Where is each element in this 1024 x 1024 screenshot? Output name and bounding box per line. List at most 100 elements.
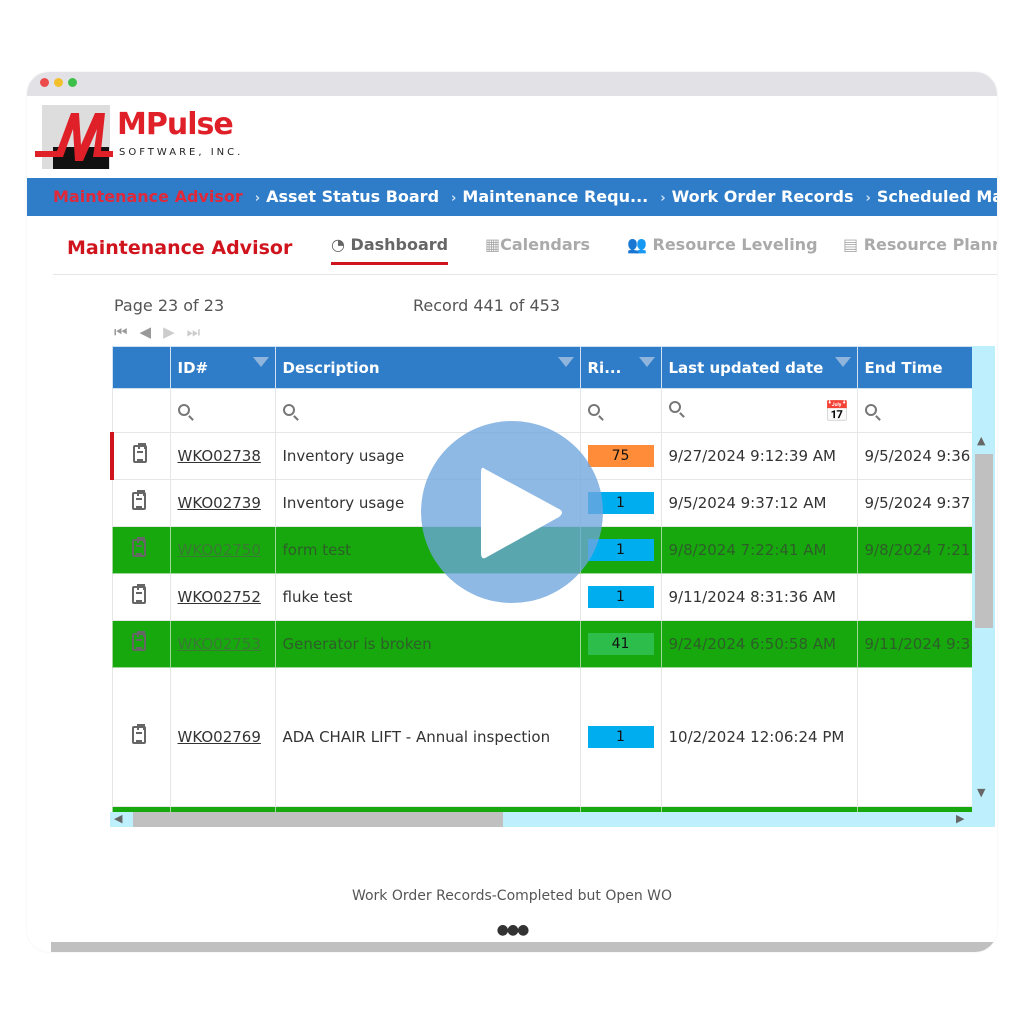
scroll-left-icon[interactable]: ◀	[114, 812, 122, 825]
table-row[interactable]: WKO02769 ADA CHAIR LIFT - Annual inspect…	[111, 667, 972, 807]
pager-controls: ⏮◀▶⏭	[114, 323, 212, 341]
breadcrumb-item[interactable]: Scheduled Ma	[877, 187, 997, 206]
row-icon-cell[interactable]	[111, 479, 171, 527]
work-order-link[interactable]: WKO02752	[178, 588, 261, 606]
search-icon	[864, 403, 877, 416]
minimize-button[interactable]	[54, 78, 63, 87]
column-header-risk[interactable]: Ri...	[579, 346, 662, 389]
last-updated-cell: 9/5/2024 9:37:12 AM	[660, 479, 858, 527]
column-header-description[interactable]: Description	[274, 346, 581, 389]
description-cell: Generator is broken	[274, 620, 581, 668]
clipboard-icon[interactable]	[131, 537, 146, 557]
title-bar	[27, 72, 997, 96]
column-header-end-time[interactable]: End Time	[856, 346, 972, 389]
breadcrumb-item[interactable]: Maintenance Requ...	[462, 187, 648, 206]
tab-bar: Maintenance Advisor ◔ Dashboard ▦Calenda…	[53, 225, 997, 275]
play-button[interactable]	[421, 421, 603, 603]
last-updated-cell: 9/24/2024 6:50:58 AM	[660, 620, 858, 668]
tab-resource-planning[interactable]: ▤ Resource Plann	[843, 235, 997, 254]
next-page-icon[interactable]: ▶	[163, 323, 187, 341]
risk-badge: 41	[587, 633, 654, 655]
tab-calendars[interactable]: ▦Calendars	[485, 235, 590, 254]
header-label: Last updated date	[668, 358, 824, 377]
play-icon	[481, 467, 562, 559]
work-order-link[interactable]: WKO02753	[178, 635, 261, 653]
breadcrumb-item[interactable]: Maintenance Advisor	[53, 187, 243, 206]
widget-caption: Work Order Records-Completed but Open WO	[351, 888, 673, 904]
work-order-link[interactable]: WKO02769	[178, 728, 261, 746]
header-label: Description	[282, 358, 380, 377]
row-icon-cell[interactable]	[111, 573, 171, 621]
column-header-id[interactable]: ID#	[169, 346, 276, 389]
prev-page-icon[interactable]: ◀	[140, 323, 164, 341]
scroll-up-icon[interactable]: ▲	[977, 434, 985, 447]
row-icon-cell[interactable]	[111, 526, 171, 574]
scroll-right-icon[interactable]: ▶	[956, 812, 964, 825]
header-row: ID# Description Ri... Last updated date …	[111, 346, 972, 389]
work-order-link[interactable]: WKO02750	[178, 541, 261, 559]
clipboard-icon[interactable]	[133, 443, 147, 463]
first-page-icon[interactable]: ⏮	[114, 323, 140, 341]
mpulse-logo-icon	[35, 105, 113, 169]
filter-icon[interactable]	[557, 357, 574, 367]
clipboard-icon[interactable]	[131, 584, 146, 604]
tab-dashboard[interactable]: ◔ Dashboard	[331, 235, 449, 265]
header-label: End Time	[864, 358, 943, 377]
id-cell[interactable]: WKO02739	[169, 479, 276, 527]
horizontal-scrollbar[interactable]: ◀ ▶	[110, 812, 972, 827]
id-cell[interactable]: WKO02753	[169, 620, 276, 668]
search-icon	[177, 403, 190, 416]
column-header-last-updated[interactable]: Last updated date	[660, 346, 858, 389]
page-horizontal-scrollbar[interactable]	[51, 942, 997, 952]
id-cell[interactable]: WKO02738	[169, 432, 276, 480]
row-icon-cell[interactable]	[111, 620, 171, 668]
filter-icon[interactable]	[638, 357, 655, 367]
header-label: Ri...	[587, 358, 622, 377]
clipboard-icon[interactable]	[131, 631, 146, 651]
tab-label: Resource Leveling	[652, 235, 818, 254]
id-cell[interactable]: WKO02752	[169, 573, 276, 621]
filter-end-time[interactable]	[856, 388, 972, 433]
end-time-cell	[856, 667, 972, 807]
filter-cell	[111, 388, 171, 433]
description-cell: ADA CHAIR LIFT - Annual inspection	[274, 667, 581, 807]
risk-cell: 41	[579, 620, 662, 668]
tab-label: Calendars	[500, 235, 591, 254]
scrollbar-thumb[interactable]	[133, 812, 503, 827]
row-icon-cell[interactable]	[111, 667, 171, 807]
table-row[interactable]: WKO02753 Generator is broken 41 9/24/202…	[111, 620, 972, 668]
risk-cell: 1	[579, 667, 662, 807]
id-cell[interactable]: WKO02769	[169, 667, 276, 807]
work-order-link[interactable]: WKO02738	[178, 447, 261, 465]
tab-resource-leveling[interactable]: 👥 Resource Leveling	[627, 235, 818, 254]
end-time-cell: 9/5/2024 9:36	[856, 432, 972, 480]
last-updated-cell: 9/8/2024 7:22:41 AM	[660, 526, 858, 574]
last-page-icon[interactable]: ⏭	[187, 323, 213, 341]
users-icon: 👥	[627, 235, 647, 254]
gauge-icon: ◔	[331, 235, 345, 254]
calendar-icon[interactable]: 📅	[825, 399, 850, 423]
filter-last-updated[interactable]: 📅	[660, 388, 858, 433]
tab-label: Resource Plann	[863, 235, 997, 254]
filter-id[interactable]	[169, 388, 276, 433]
risk-badge: 1	[587, 726, 654, 748]
row-icon-cell[interactable]	[110, 432, 171, 480]
clipboard-icon[interactable]	[131, 490, 146, 510]
scrollbar-thumb[interactable]	[975, 454, 993, 628]
search-icon	[668, 400, 681, 413]
breadcrumb-item[interactable]: Asset Status Board	[266, 187, 439, 206]
clipboard-icon[interactable]	[131, 724, 146, 744]
logo: MPulse SOFTWARE, INC.	[35, 105, 255, 169]
work-order-link[interactable]: WKO02739	[178, 494, 261, 512]
maximize-button[interactable]	[68, 78, 77, 87]
id-cell[interactable]: WKO02750	[169, 526, 276, 574]
scroll-down-icon[interactable]: ▼	[977, 786, 985, 799]
breadcrumb-item[interactable]: Work Order Records	[672, 187, 854, 206]
filter-icon[interactable]	[834, 357, 851, 367]
close-button[interactable]	[40, 78, 49, 87]
vertical-scrollbar[interactable]: ▲ ▼	[972, 346, 995, 812]
filter-icon[interactable]	[252, 357, 269, 367]
end-time-cell: 9/11/2024 9:35	[856, 620, 972, 668]
more-icon[interactable]: ●●●	[27, 922, 997, 938]
header-label: ID#	[177, 358, 209, 377]
